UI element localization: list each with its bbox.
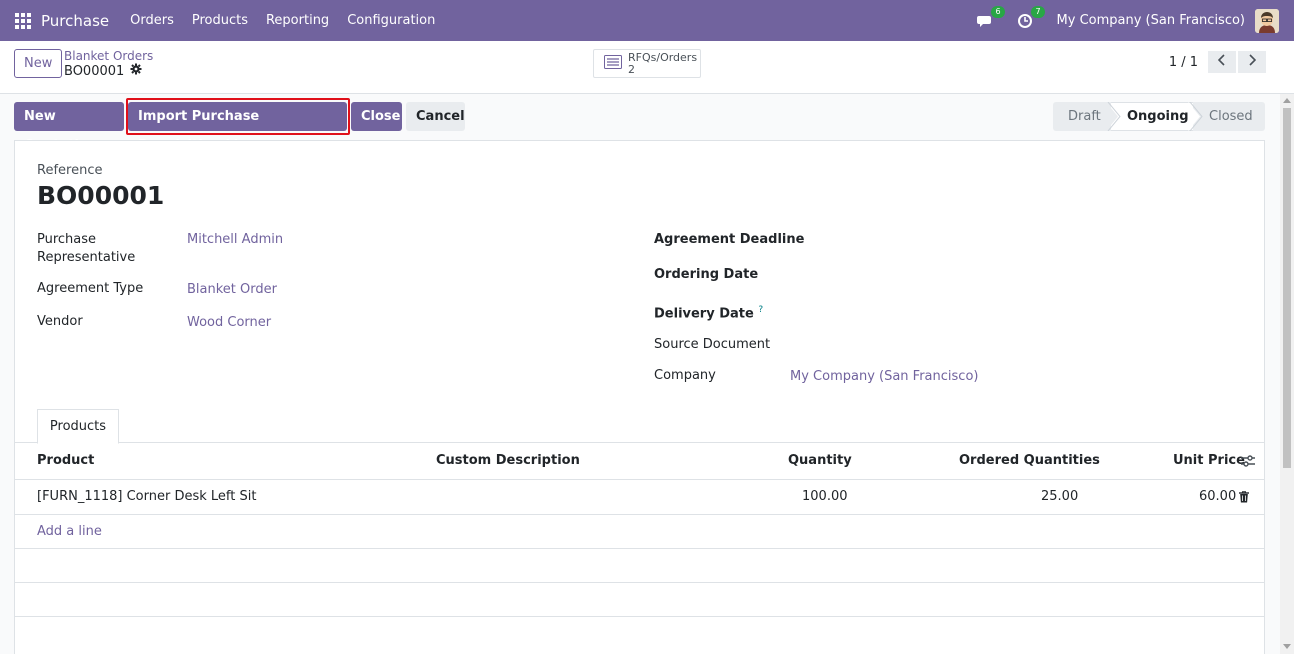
agreement-deadline-label: Agreement Deadline [654,232,805,247]
company-switcher[interactable]: My Company (San Francisco) [1057,13,1245,28]
scroll-thumb[interactable] [1283,108,1291,468]
new-quotation-button[interactable]: New Quotation [14,102,124,153]
scroll-down-arrow-icon[interactable] [1283,644,1291,649]
menu-orders[interactable]: Orders [121,13,183,28]
menu-reporting[interactable]: Reporting [257,13,338,28]
company-label: Company [654,368,716,383]
cancel-button[interactable]: Cancel [406,102,465,131]
pager-next-button[interactable] [1238,51,1266,73]
optional-columns-icon[interactable] [1241,455,1255,471]
cell-unit-price[interactable]: 60.00 [1199,489,1236,504]
list-icon [604,54,622,73]
cell-quantity[interactable]: 100.00 [802,489,848,504]
gear-icon[interactable] [130,63,142,80]
pager: 1 / 1 [1169,51,1266,73]
reference-label: Reference [37,163,103,178]
tab-products[interactable]: Products [37,409,119,444]
vendor-value[interactable]: Wood Corner [187,315,271,330]
stage-arrow-icon-2 [1188,102,1203,131]
close-button[interactable]: Close [351,102,402,131]
agreement-type-value[interactable]: Blanket Order [187,282,277,297]
menu-configuration[interactable]: Configuration [338,13,444,28]
column-product[interactable]: Product [37,453,94,468]
avatar[interactable] [1255,8,1279,33]
company-value[interactable]: My Company (San Francisco) [790,369,978,384]
status-stages: Draft Ongoing Closed [1053,102,1265,131]
breadcrumb: Blanket Orders BO00001 [64,49,153,80]
chat-icon[interactable]: 6 [976,5,1005,30]
highlight-box [126,98,350,135]
column-ordered-quantities[interactable]: Ordered Quantities [959,453,1100,468]
delivery-date-text: Delivery Date [654,306,754,322]
form-sheet: Reference BO00001 Purchase Representativ… [14,140,1265,654]
app-brand[interactable]: Purchase [41,12,109,30]
stage-arrow-icon [1106,102,1121,131]
empty-row [15,583,1264,617]
notebook-tabs: Products [15,409,1264,444]
vendor-label: Vendor [37,314,83,329]
messages-badge: 6 [991,5,1005,18]
menu-products[interactable]: Products [183,13,257,28]
add-line-link[interactable]: Add a line [37,524,102,539]
purchase-rep-label: Purchase Representative [37,232,136,265]
column-custom-description[interactable]: Custom Description [436,453,580,468]
column-quantity[interactable]: Quantity [788,453,852,468]
rfqs-orders-smart-button[interactable]: RFQs/Orders 2 [593,49,701,78]
agreement-type-label: Agreement Type [37,281,144,296]
stage-draft[interactable]: Draft [1053,102,1111,131]
delivery-date-label: Delivery Date ? [654,301,763,323]
pager-previous-button[interactable] [1208,51,1236,73]
control-panel: New Blanket Orders BO00001 RFQs/Orders 2… [0,41,1294,94]
cell-product[interactable]: [FURN_1118] Corner Desk Left Sit [37,489,256,504]
chevron-left-icon [1217,54,1226,70]
form-statusbar: New Quotation Import Purchase Requisitio… [0,94,1280,153]
pager-value[interactable]: 1 / 1 [1169,55,1198,70]
purchase-rep-value[interactable]: Mitchell Admin [187,232,283,247]
scroll-up-arrow-icon[interactable] [1283,98,1291,103]
table-header: Product Custom Description Quantity Orde… [15,443,1264,480]
trash-icon[interactable] [1239,491,1249,507]
apps-grid-icon[interactable] [15,12,31,29]
source-document-label: Source Document [654,337,771,352]
reference-value[interactable]: BO00001 [37,181,164,210]
breadcrumb-current-label: BO00001 [64,63,125,79]
page-scrollbar[interactable] [1280,94,1294,654]
clock-icon[interactable]: 7 [1017,5,1045,30]
table-row[interactable]: [FURN_1118] Corner Desk Left Sit 100.00 … [15,480,1264,515]
help-tooltip-icon[interactable]: ? [758,305,763,315]
breadcrumb-parent[interactable]: Blanket Orders [64,49,153,63]
ordering-date-label: Ordering Date [654,267,759,282]
new-button[interactable]: New [14,49,63,78]
breadcrumb-current: BO00001 [64,63,153,80]
add-line-row: Add a line [15,515,1264,549]
smart-button-label: RFQs/Orders [628,50,698,64]
empty-row [15,549,1264,583]
activities-badge: 7 [1031,5,1045,18]
top-navbar: Purchase Orders Products Reporting Confi… [0,0,1294,41]
smart-button-count: 2 [628,62,635,76]
cell-ordered: 25.00 [1041,489,1079,504]
column-unit-price[interactable]: Unit Price [1173,453,1245,468]
chevron-right-icon [1248,54,1257,70]
